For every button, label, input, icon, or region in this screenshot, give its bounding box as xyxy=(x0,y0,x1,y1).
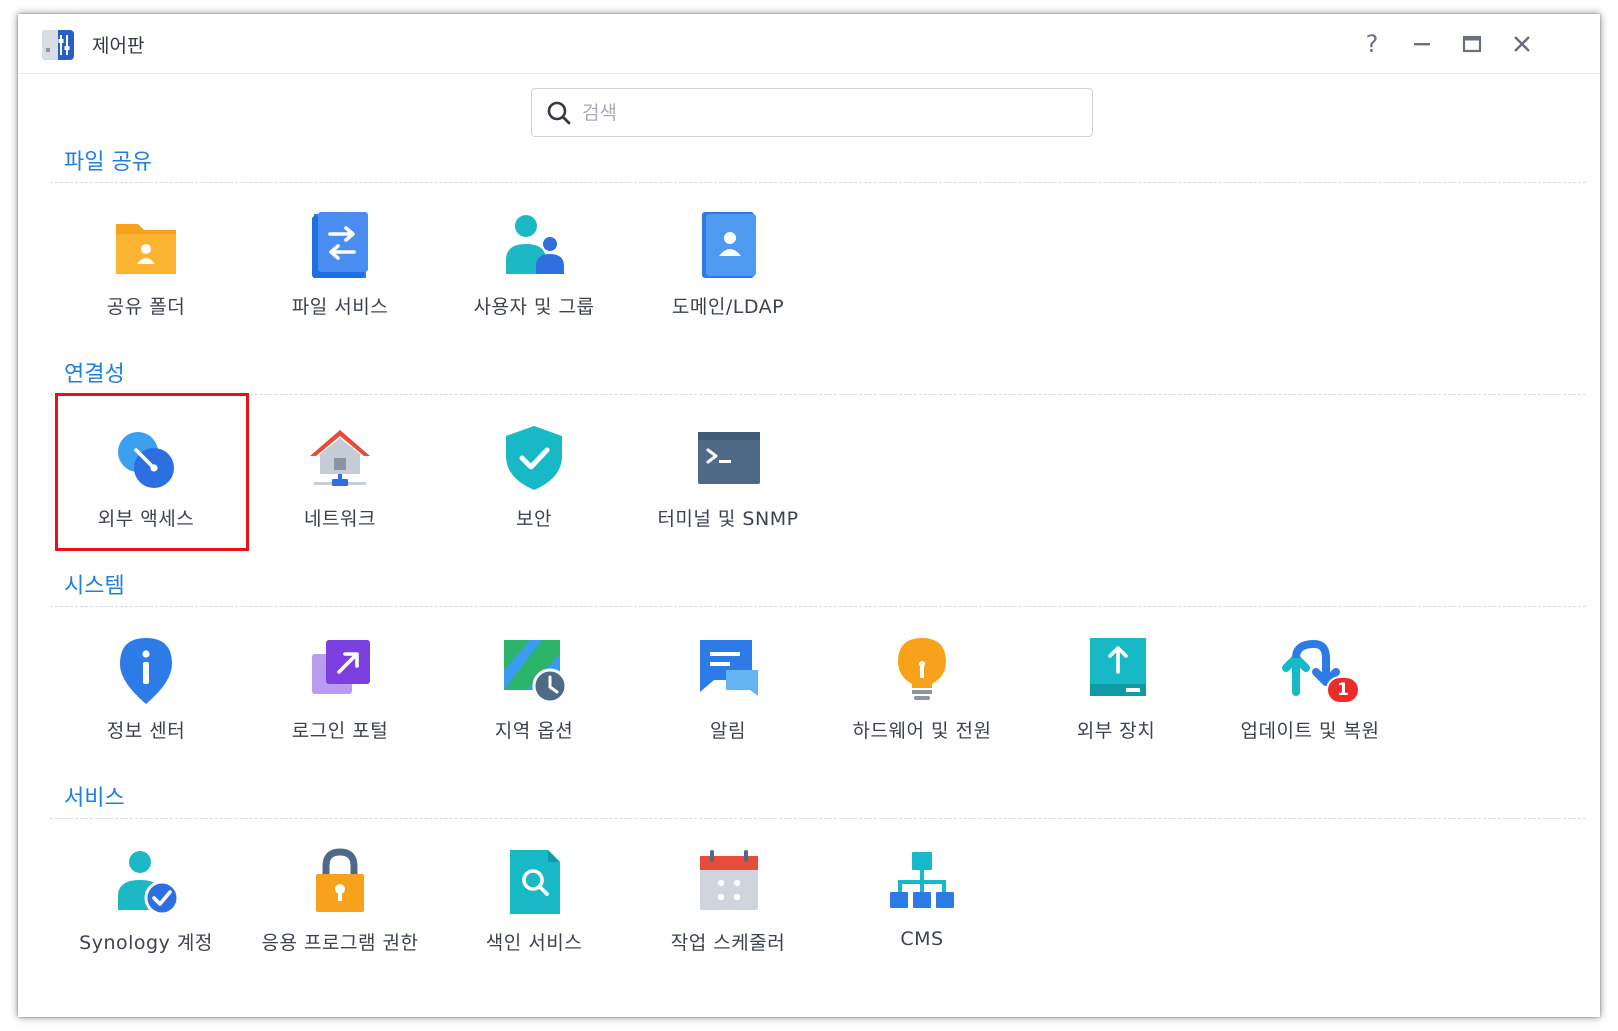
file-services-icon xyxy=(304,210,376,282)
tile-label: CMS xyxy=(900,928,944,950)
control-panel-window: 제어판 ? 파일 공유 공 xyxy=(18,14,1600,1017)
section-divider xyxy=(50,606,1586,607)
regional-options-icon xyxy=(498,634,570,706)
login-portal-icon xyxy=(304,634,376,706)
tile-label: 지역 옵션 xyxy=(494,720,574,742)
tile-label: 외부 액세스 xyxy=(97,508,195,530)
search-icon xyxy=(547,101,571,125)
close-button[interactable] xyxy=(1506,28,1538,60)
info-center-icon xyxy=(110,634,182,706)
close-icon xyxy=(1514,36,1530,52)
app-privileges-icon xyxy=(304,846,376,918)
tile-cms[interactable]: CMS xyxy=(826,832,1018,982)
tile-label: 정보 센터 xyxy=(106,720,186,742)
tile-label: 알림 xyxy=(710,720,746,742)
tile-external-devices[interactable]: 외부 장치 xyxy=(1020,620,1212,770)
tile-notification[interactable]: 알림 xyxy=(632,620,824,770)
section-title-system: 시스템 xyxy=(64,574,125,599)
tile-update-restore[interactable]: 1 업데이트 및 복원 xyxy=(1214,620,1406,770)
tile-network[interactable]: 네트워크 xyxy=(244,408,436,558)
notification-icon xyxy=(692,634,764,706)
domain-ldap-icon xyxy=(692,210,764,282)
tile-users-groups[interactable]: 사용자 및 그룹 xyxy=(438,196,630,346)
external-access-icon xyxy=(110,422,182,494)
section-divider xyxy=(50,818,1586,819)
cms-icon xyxy=(886,846,958,918)
tile-label: 하드웨어 및 전원 xyxy=(852,720,992,742)
section-divider xyxy=(50,394,1586,395)
tile-label: 보안 xyxy=(516,508,552,530)
tile-info-center[interactable]: 정보 센터 xyxy=(50,620,242,770)
tile-label: 도메인/LDAP xyxy=(671,296,785,318)
search-box[interactable] xyxy=(531,88,1093,137)
external-devices-icon xyxy=(1080,634,1152,706)
tile-label: 네트워크 xyxy=(304,508,376,530)
network-icon xyxy=(304,422,376,494)
tile-external-access[interactable]: 외부 액세스 xyxy=(50,408,242,558)
tile-label: 응용 프로그램 권한 xyxy=(261,932,419,954)
tile-indexing-service[interactable]: 색인 서비스 xyxy=(438,832,630,982)
tile-label: 로그인 포털 xyxy=(291,720,389,742)
tile-label: 사용자 및 그룹 xyxy=(473,296,595,318)
tile-app-privileges[interactable]: 응용 프로그램 권한 xyxy=(244,832,436,982)
tile-terminal-snmp[interactable]: 터미널 및 SNMP xyxy=(632,408,824,558)
tile-label: 작업 스케줄러 xyxy=(670,932,786,954)
tile-synology-account[interactable]: Synology 계정 xyxy=(50,832,242,982)
tile-label: 터미널 및 SNMP xyxy=(657,508,799,530)
window-title: 제어판 xyxy=(92,35,145,57)
section-title-file-sharing: 파일 공유 xyxy=(64,150,152,175)
update-restore-icon: 1 xyxy=(1274,634,1360,706)
users-groups-icon xyxy=(498,210,570,282)
maximize-icon xyxy=(1462,35,1482,53)
tile-label: 공유 폴더 xyxy=(106,296,186,318)
tile-domain-ldap[interactable]: 도메인/LDAP xyxy=(632,196,824,346)
tile-label: Synology 계정 xyxy=(79,932,213,954)
tile-hardware-power[interactable]: 하드웨어 및 전원 xyxy=(826,620,1018,770)
control-panel-app-icon xyxy=(40,26,76,62)
help-icon: ? xyxy=(1365,30,1379,58)
maximize-button[interactable] xyxy=(1456,28,1488,60)
tile-security[interactable]: 보안 xyxy=(438,408,630,558)
tile-label: 색인 서비스 xyxy=(485,932,583,954)
tile-regional-options[interactable]: 지역 옵션 xyxy=(438,620,630,770)
minimize-icon xyxy=(1414,43,1430,46)
synology-account-icon xyxy=(110,846,182,918)
hardware-power-icon xyxy=(886,634,958,706)
section-title-connectivity: 연결성 xyxy=(64,362,125,387)
tile-task-scheduler[interactable]: 작업 스케줄러 xyxy=(632,832,824,982)
tile-shared-folder[interactable]: 공유 폴더 xyxy=(50,196,242,346)
terminal-icon xyxy=(692,422,764,494)
task-scheduler-icon xyxy=(692,846,764,918)
help-button[interactable]: ? xyxy=(1356,28,1388,60)
tile-label: 파일 서비스 xyxy=(291,296,389,318)
indexing-service-icon xyxy=(498,846,570,918)
section-title-services: 서비스 xyxy=(64,786,125,811)
tile-label: 외부 장치 xyxy=(1076,720,1156,742)
tile-label: 업데이트 및 복원 xyxy=(1240,720,1380,742)
shared-folder-icon xyxy=(110,210,182,282)
security-shield-icon xyxy=(498,422,570,494)
search-input[interactable] xyxy=(580,95,1080,131)
tile-login-portal[interactable]: 로그인 포털 xyxy=(244,620,436,770)
tile-file-services[interactable]: 파일 서비스 xyxy=(244,196,436,346)
minimize-button[interactable] xyxy=(1406,28,1438,60)
title-bar[interactable]: 제어판 ? xyxy=(18,14,1600,74)
section-divider xyxy=(50,182,1586,183)
update-count-badge: 1 xyxy=(1326,676,1360,704)
